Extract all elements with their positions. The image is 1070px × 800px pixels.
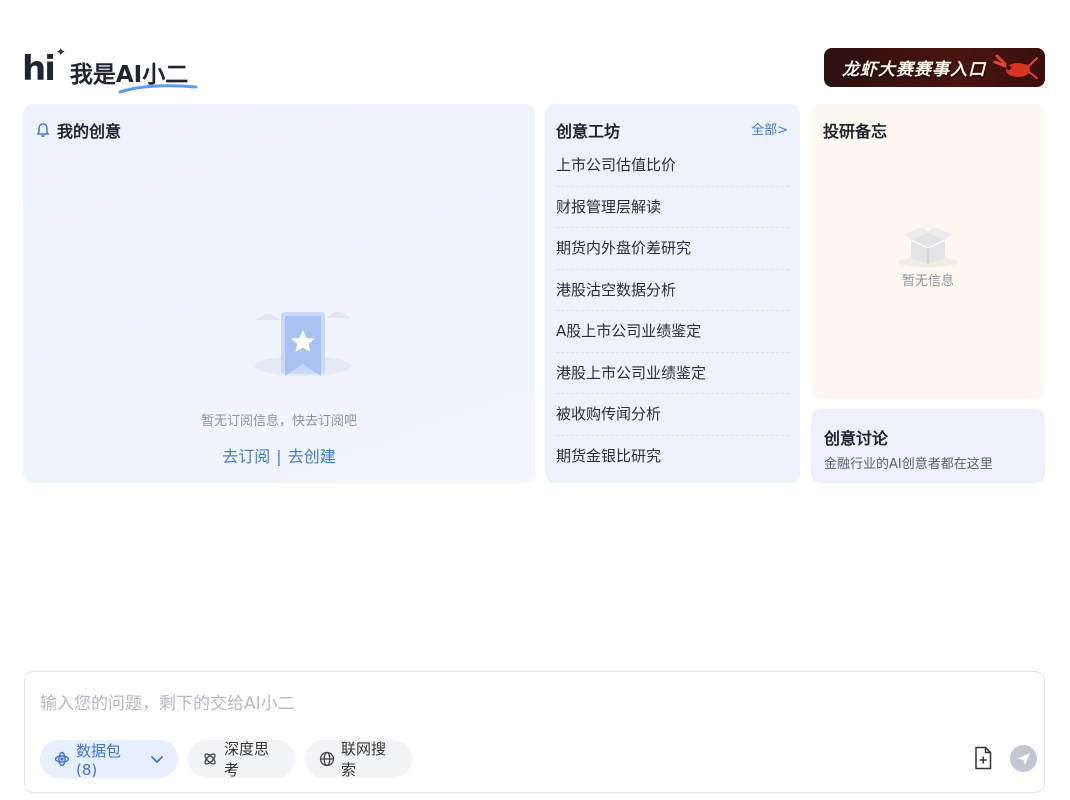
my-ideas-title-text: 我的创意	[57, 122, 122, 141]
hi-logo: hi ✦	[22, 46, 66, 89]
data-pack-icon	[54, 751, 70, 767]
workshop-item[interactable]: 财报管理层解读	[556, 187, 789, 228]
research-memo-card: 投研备忘 暂无信息	[811, 104, 1045, 399]
contest-entry-banner[interactable]: 龙虾大赛赛事入口	[824, 48, 1045, 87]
workshop-item[interactable]: 港股沽空数据分析	[556, 270, 789, 311]
page-header: hi ✦ 我是AI小二	[22, 44, 198, 94]
atom-icon	[204, 753, 216, 765]
workshop-title: 创意工坊	[556, 122, 621, 141]
globe-icon	[319, 751, 335, 767]
empty-state-links: 去订阅 | 去创建	[23, 443, 535, 467]
chevron-down-icon	[151, 756, 163, 763]
my-ideas-card: 我的创意 暂无订阅信息，快去订阅吧 去订阅 | 去创建	[23, 104, 535, 483]
my-ideas-title: 我的创意	[35, 118, 121, 142]
memo-empty-text: 暂无信息	[901, 274, 954, 289]
web-search-button[interactable]: 联网搜索	[305, 740, 412, 779]
empty-box-icon	[898, 227, 958, 267]
workshop-item[interactable]: 期货金银比研究	[556, 436, 789, 478]
question-input-placeholder[interactable]: 输入您的问题，剩下的交给AI小二	[40, 689, 295, 714]
subscribe-link[interactable]: 去订阅	[222, 447, 270, 466]
discussion-title: 创意讨论	[824, 429, 889, 448]
discussion-subtitle: 金融行业的AI创意者都在这里	[824, 457, 993, 472]
link-separator: |	[276, 447, 282, 466]
empty-subscription-text: 暂无订阅信息，快去订阅吧	[200, 414, 357, 429]
deep-think-label: 深度思考	[224, 740, 270, 779]
bell-icon	[36, 123, 50, 137]
lobster-icon	[993, 54, 1038, 79]
workshop-item[interactable]: 港股上市公司业绩鉴定	[556, 353, 789, 394]
deep-think-button[interactable]: 深度思考	[188, 740, 295, 779]
send-icon	[1017, 752, 1030, 765]
question-composer[interactable]: 输入您的问题，剩下的交给AI小二 数据包(8) 深度思考 联网搜索	[24, 671, 1045, 793]
memo-title: 投研备忘	[823, 122, 888, 141]
sparkle-icon: ✦	[55, 45, 66, 59]
logo-text: hi	[22, 49, 56, 89]
idea-discussion-card[interactable]: 创意讨论 金融行业的AI创意者都在这里	[811, 409, 1045, 483]
page-title: 我是AI小二	[70, 55, 198, 94]
data-pack-label: 数据包(8)	[76, 741, 122, 779]
web-search-label: 联网搜索	[341, 740, 387, 779]
workshop-list: 上市公司估值比价 财报管理层解读 期货内外盘价差研究 港股沽空数据分析 A股上市…	[556, 145, 789, 477]
attach-file-icon[interactable]	[973, 746, 993, 770]
create-link[interactable]: 去创建	[288, 447, 336, 466]
workshop-item[interactable]: A股上市公司业绩鉴定	[556, 311, 789, 353]
workshop-item[interactable]: 被收购传闻分析	[556, 394, 789, 436]
data-pack-button[interactable]: 数据包(8)	[40, 740, 178, 779]
banner-text: 龙虾大赛赛事入口	[842, 60, 986, 80]
workshop-item[interactable]: 期货内外盘价差研究	[556, 228, 789, 270]
view-all-link[interactable]: 全部>	[751, 119, 788, 138]
workshop-item[interactable]: 上市公司估值比价	[556, 145, 789, 187]
bookmark-star-icon	[255, 312, 351, 376]
swoosh-decoration	[118, 84, 198, 94]
send-button[interactable]	[1010, 745, 1037, 772]
idea-workshop-card: 创意工坊 全部> 上市公司估值比价 财报管理层解读 期货内外盘价差研究 港股沽空…	[545, 104, 800, 483]
